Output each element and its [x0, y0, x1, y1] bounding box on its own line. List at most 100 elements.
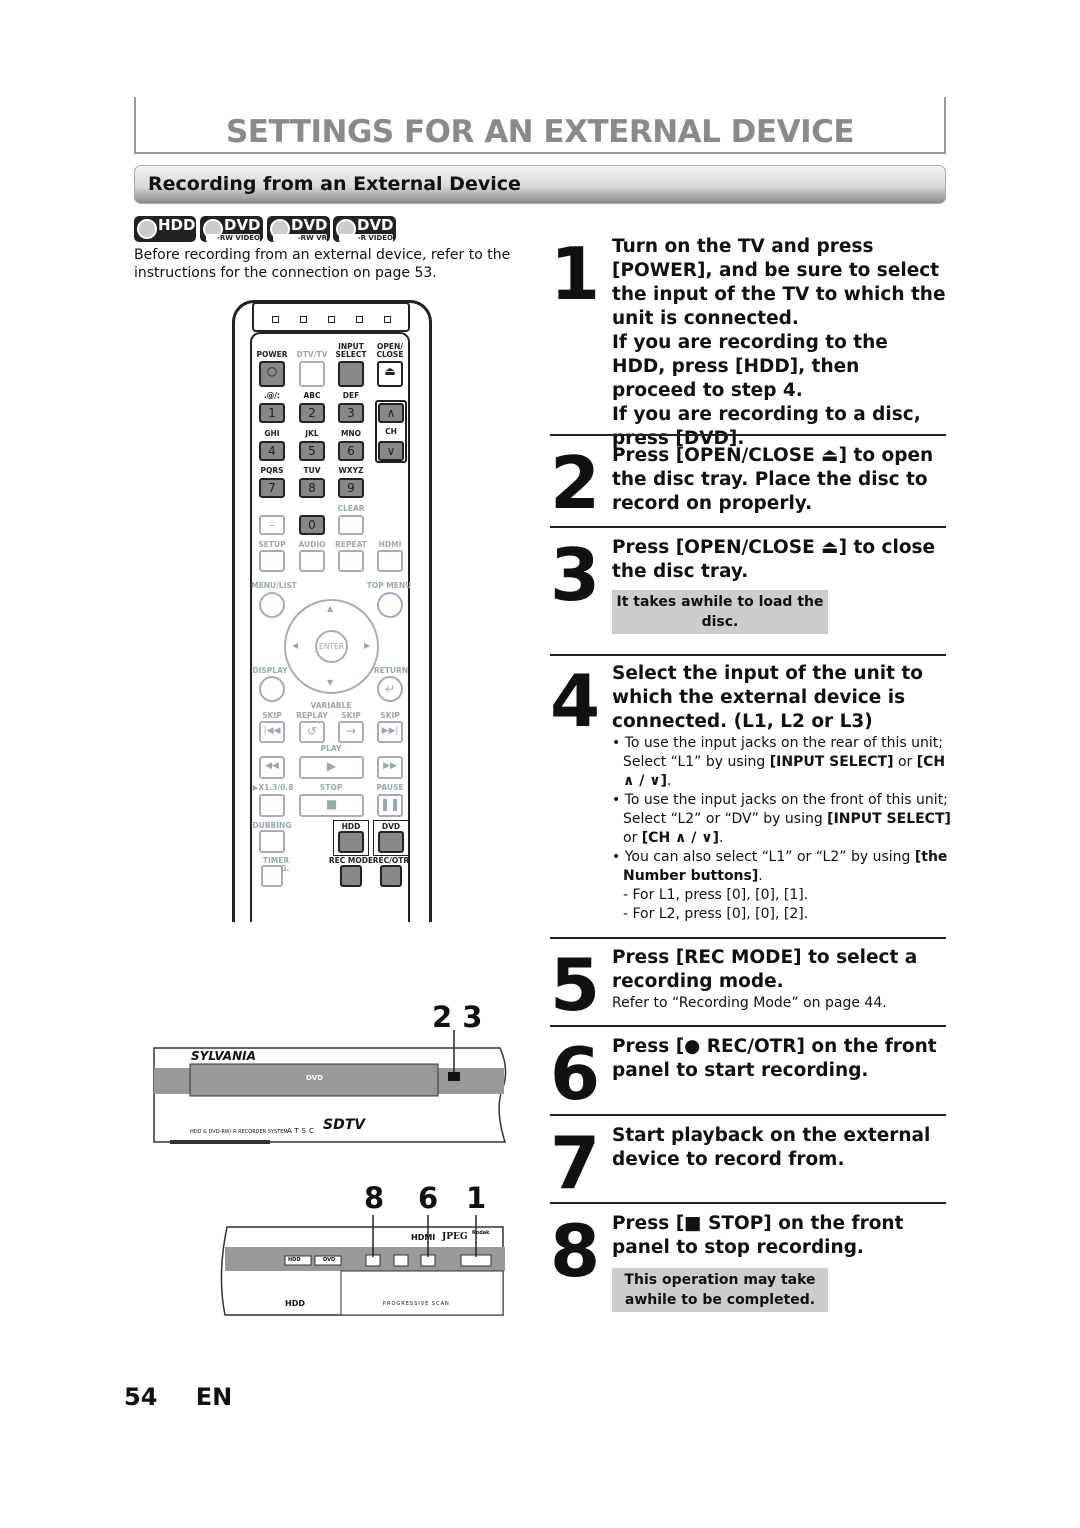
- play-button[interactable]: ▶: [299, 756, 364, 779]
- chevron-down-icon: ∨: [386, 444, 396, 458]
- bullet-item: • To use the input jacks on the front of…: [612, 792, 951, 846]
- digit-5-button[interactable]: 5: [299, 441, 325, 461]
- digit-6-button[interactable]: 6: [338, 441, 364, 461]
- step-number: 8: [550, 1209, 601, 1293]
- skip-fwd-button[interactable]: ▶▶|: [377, 721, 403, 743]
- step-8-note: This operation may take awhile to be com…: [612, 1268, 828, 1312]
- label-dvd: DVD: [381, 822, 401, 831]
- section-header: Recording from an External Device: [134, 165, 946, 204]
- arrow-right-icon: →: [345, 724, 357, 738]
- sub-item: - For L2, press [0], [0], [2].: [623, 906, 809, 922]
- rec-mode-button[interactable]: [340, 865, 362, 887]
- digit-2-button[interactable]: 2: [299, 403, 325, 423]
- display-button[interactable]: [259, 676, 285, 702]
- rec-otr-button[interactable]: [380, 865, 402, 887]
- sub-item: - For L1, press [0], [0], [1].: [623, 887, 809, 903]
- page-number: 54: [124, 1383, 158, 1411]
- fast-forward-button[interactable]: ▶▶: [377, 756, 403, 779]
- fast-forward-icon: ▶▶: [383, 761, 397, 771]
- step-number: 6: [550, 1032, 601, 1116]
- speed-button[interactable]: [259, 794, 285, 817]
- arrow-left-icon[interactable]: ◀: [292, 641, 298, 650]
- dash-button[interactable]: –: [259, 515, 285, 535]
- hdmi-button[interactable]: [377, 550, 403, 572]
- callout-2-3: 2 3: [432, 1000, 483, 1034]
- step-7-text: Start playback on the external device to…: [612, 1125, 931, 1170]
- pause-button[interactable]: ❚❚: [377, 794, 403, 817]
- skip-forward-icon: ▶▶|: [381, 726, 399, 736]
- step-1-text: Turn on the TV and press [POWER], and be…: [612, 235, 947, 451]
- dubbing-button[interactable]: [259, 830, 285, 853]
- kodak-logo: Kodak: [472, 1230, 490, 1236]
- replay-button[interactable]: ↺: [299, 721, 325, 743]
- digit-9-button[interactable]: 9: [338, 478, 364, 498]
- bullet-bold: [INPUT SELECT]: [827, 811, 951, 827]
- remote-led: [328, 316, 335, 323]
- dvd-button[interactable]: [378, 831, 404, 853]
- skip-back-button[interactable]: |◀◀: [259, 721, 285, 743]
- front-hdd-button: HDD: [288, 1257, 301, 1263]
- enter-button[interactable]: ENTER: [315, 630, 348, 663]
- variable-skip-button[interactable]: →: [338, 721, 364, 743]
- chevron-up-icon: ∧: [386, 406, 396, 420]
- top-menu-button[interactable]: [377, 592, 403, 618]
- remote-led: [356, 316, 363, 323]
- callout-6: 6: [418, 1181, 439, 1215]
- badge-sub: -RW VIDEO MODE: [206, 234, 260, 242]
- open-close-button[interactable]: ⏏: [377, 361, 403, 387]
- power-button[interactable]: ○: [259, 361, 285, 387]
- step-4-details: • To use the input jacks on the rear of …: [612, 734, 952, 924]
- label-dtvtv: DTV/TV: [296, 350, 328, 359]
- hdd-button[interactable]: [338, 831, 364, 853]
- hdmi-logo: HDMI: [411, 1233, 436, 1242]
- section-title: Recording from an External Device: [148, 173, 521, 195]
- label-play: PLAY: [320, 744, 342, 753]
- divider: [550, 654, 946, 656]
- timer-prog-button[interactable]: [261, 865, 283, 887]
- digit-3-button[interactable]: 3: [338, 403, 364, 423]
- bullet-bold: [CH ∧ / ∨]: [641, 830, 720, 846]
- step-number: 3: [550, 533, 601, 617]
- digit-1-button[interactable]: 1: [259, 403, 285, 423]
- digit-4-button[interactable]: 4: [259, 441, 285, 461]
- audio-button[interactable]: [299, 550, 325, 572]
- step-number: 5: [550, 943, 601, 1027]
- eject-icon: ⏏: [384, 364, 396, 378]
- model-text: HDD & DVD-RW/-R RECORDER SYSTEM: [190, 1129, 288, 1135]
- rewind-button[interactable]: ◀◀: [259, 756, 285, 779]
- jpeg-logo: JPEG: [442, 1232, 468, 1242]
- bullet-text: You can also select “L1” or “L2” by usin…: [624, 849, 915, 865]
- bullet-text: .: [758, 868, 763, 884]
- digit-8-button[interactable]: 8: [299, 478, 325, 498]
- callout-8: 8: [364, 1181, 385, 1215]
- menu-list-button[interactable]: [259, 592, 285, 618]
- arrow-up-icon[interactable]: ▲: [327, 604, 333, 613]
- input-select-button[interactable]: [338, 361, 364, 387]
- step-5-text: Press [REC MODE] to select a recording m…: [612, 947, 918, 992]
- language-code: EN: [195, 1383, 233, 1411]
- label-6: MNO: [340, 429, 362, 438]
- badge-sub: -R VIDEO MODE: [339, 234, 393, 242]
- replay-icon: ↺: [306, 724, 318, 738]
- sdtv-logo: SDTV: [323, 1117, 366, 1133]
- label-top-menu: TOP MENU: [366, 581, 412, 590]
- digit-0-button[interactable]: 0: [299, 515, 325, 535]
- badge-label: DVD: [357, 216, 394, 234]
- return-button[interactable]: ↵: [377, 676, 403, 702]
- label-display: DISPLAY: [252, 666, 288, 675]
- divider: [550, 526, 946, 528]
- clear-button[interactable]: [338, 515, 364, 535]
- arrow-right-icon[interactable]: ▶: [364, 641, 370, 650]
- page-title: SETTINGS FOR AN EXTERNAL DEVICE: [225, 114, 855, 150]
- bullet-text: .: [719, 830, 724, 846]
- ch-up-button[interactable]: ∧: [378, 403, 404, 423]
- arrow-down-icon[interactable]: ▼: [327, 678, 333, 687]
- label-3: DEF: [342, 391, 360, 400]
- repeat-button[interactable]: [338, 550, 364, 572]
- ch-down-button[interactable]: ∨: [378, 441, 404, 461]
- setup-button[interactable]: [259, 550, 285, 572]
- stop-button[interactable]: ■: [299, 794, 364, 817]
- label-skip-fwd: SKIP: [380, 711, 400, 720]
- digit-7-button[interactable]: 7: [259, 478, 285, 498]
- dtvtv-button[interactable]: [299, 361, 325, 387]
